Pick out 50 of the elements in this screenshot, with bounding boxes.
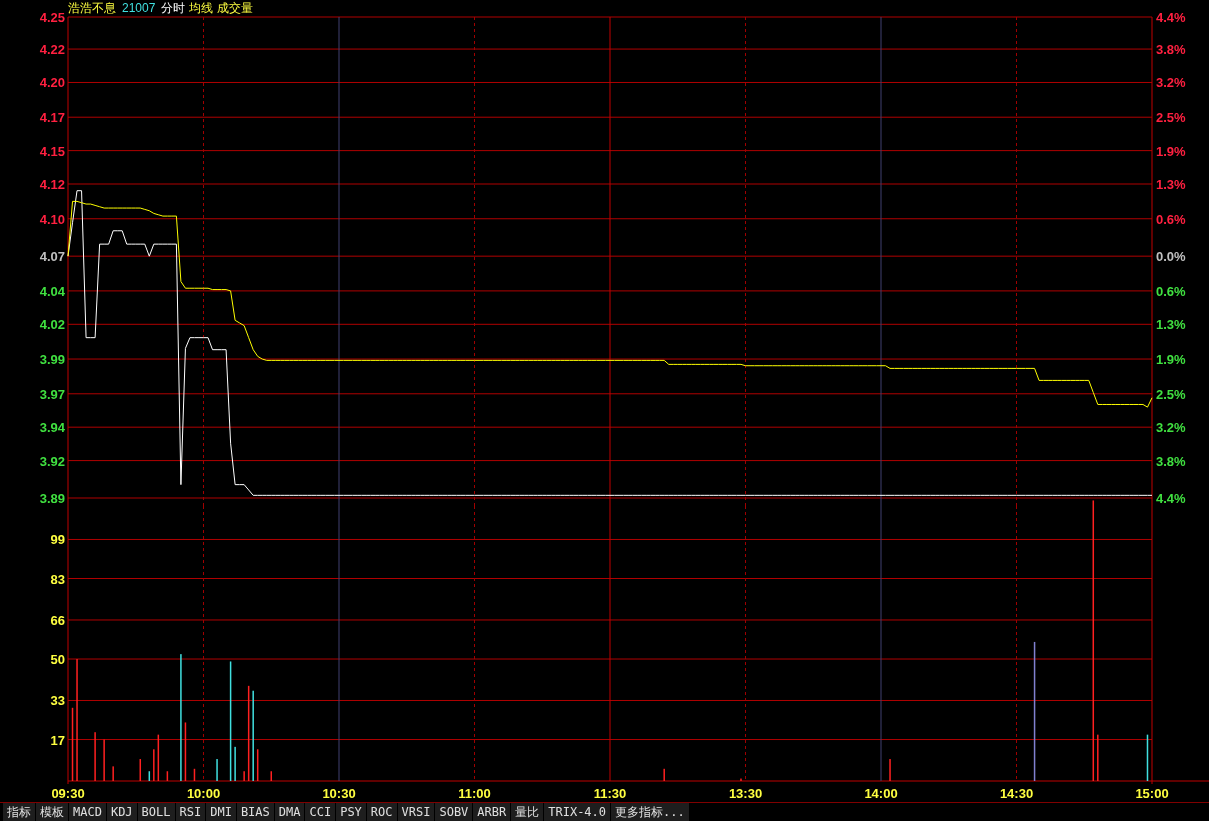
time-axis-label: 10:00 — [186, 786, 221, 801]
price-axis-label: 3.92 — [39, 453, 65, 469]
volume-axis-label: 33 — [50, 693, 65, 709]
percent-axis-label: 3.2% — [1156, 75, 1186, 91]
percent-axis-label: 1.9% — [1156, 352, 1186, 368]
price-axis-label: 4.02 — [39, 317, 65, 333]
time-axis-label: 14:30 — [999, 786, 1034, 801]
price-axis-label: 4.22 — [39, 42, 65, 58]
legend-label: 均线 — [189, 0, 214, 16]
stock-name: 浩浩不息 — [68, 0, 116, 16]
time-axis-label: 11:00 — [458, 786, 491, 801]
stock-code: 21007 — [122, 0, 156, 16]
price-axis-label: 3.89 — [39, 491, 65, 506]
price-axis-label: 3.97 — [39, 386, 65, 402]
price-axis-label: 4.17 — [39, 110, 65, 126]
percent-axis-label: 3.8% — [1156, 453, 1186, 469]
time-axis-label: 09:30 — [51, 786, 85, 801]
volume-axis-label: 50 — [50, 652, 65, 667]
percent-axis-label: 2.5% — [1156, 110, 1186, 126]
time-axis-label: 15:00 — [1135, 786, 1169, 801]
volume-axis-label: 83 — [50, 571, 65, 587]
price-axis-label: 4.04 — [39, 283, 65, 299]
time-axis-label: 10:30 — [322, 786, 356, 801]
volume-axis-label: 99 — [50, 532, 65, 548]
price-axis-label: 4.07 — [39, 249, 65, 265]
legend-label: 成交量 — [217, 0, 254, 16]
percent-axis-label: 0.6% — [1156, 211, 1186, 227]
volume-axis-label: 17 — [50, 732, 65, 748]
percent-axis-label: 0.6% — [1156, 283, 1186, 299]
percent-axis-label: 3.8% — [1156, 42, 1186, 58]
percent-axis-label: 4.4% — [1156, 491, 1186, 506]
chart-mode: 分时 — [161, 0, 186, 16]
time-axis-label: 14:00 — [864, 786, 898, 801]
price-axis-label: 4.25 — [39, 10, 65, 25]
percent-axis-label: 1.3% — [1156, 317, 1186, 333]
time-axis-label: 11:30 — [593, 786, 627, 801]
price-axis-label: 4.20 — [39, 75, 65, 91]
percent-axis-label: 0.0% — [1156, 249, 1186, 265]
price-axis-label: 4.10 — [39, 211, 65, 227]
percent-axis-label: 1.9% — [1156, 143, 1186, 159]
price-axis-label: 3.99 — [39, 352, 65, 368]
percent-axis-label: 1.3% — [1156, 177, 1186, 192]
price-axis-label: 3.94 — [39, 420, 65, 436]
price-axis-label: 4.15 — [39, 143, 65, 159]
percent-axis-label: 3.2% — [1156, 420, 1186, 436]
volume-axis-label: 66 — [50, 613, 65, 628]
price-axis-label: 4.12 — [39, 177, 65, 192]
percent-axis-label: 4.4% — [1156, 10, 1186, 25]
time-axis-label: 13:30 — [728, 786, 763, 801]
percent-axis-label: 2.5% — [1156, 386, 1186, 402]
